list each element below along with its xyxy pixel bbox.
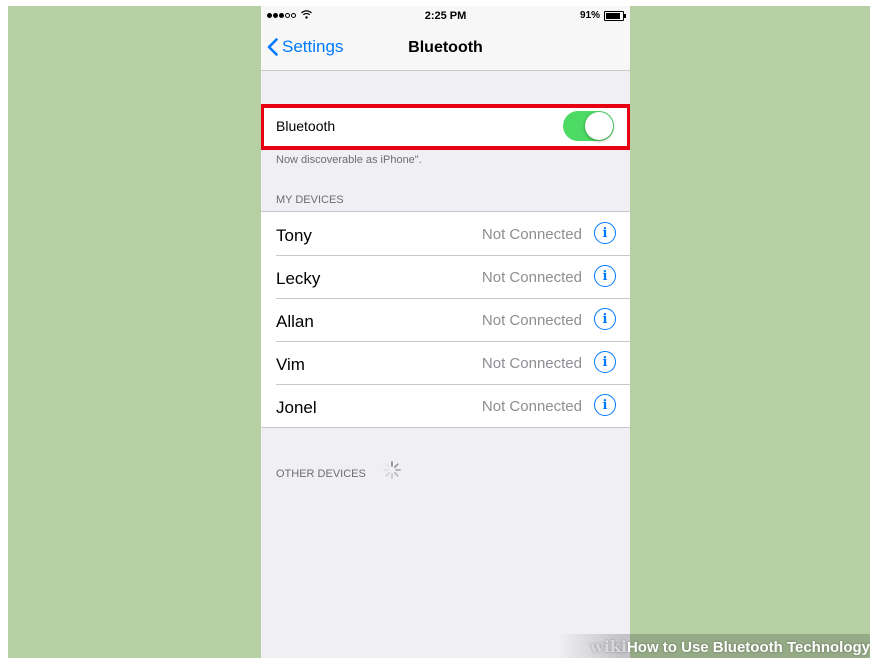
device-status: Not Connected: [481, 226, 582, 243]
my-devices-list: Tony Not Connected i Lecky Not Connected…: [261, 211, 630, 428]
device-row-vim[interactable]: Vim Not Connected i: [261, 341, 630, 384]
device-status: Not Connected: [481, 269, 582, 286]
device-row-lecky[interactable]: Lecky Not Connected i: [261, 255, 630, 298]
device-status: Not Connected: [481, 312, 582, 329]
device-status: Not Connected: [481, 398, 582, 415]
device-row-tony[interactable]: Tony Not Connected i: [261, 212, 630, 255]
loading-spinner-icon: [383, 461, 401, 479]
device-name: Lecky: [276, 269, 321, 288]
discoverable-note: Now discoverable as iPhone".: [276, 154, 422, 166]
watermark-text: How to Use Bluetooth Technology: [626, 639, 870, 656]
device-name: Jonel: [276, 398, 317, 417]
info-icon[interactable]: i: [594, 351, 616, 373]
navigation-bar: Settings Bluetooth: [261, 28, 630, 71]
info-icon[interactable]: i: [594, 394, 616, 416]
canvas: 2:25 PM 91% Settings Bluetooth Bluetooth…: [8, 6, 870, 658]
device-name: Tony: [276, 226, 312, 245]
device-name: Allan: [276, 312, 314, 331]
watermark-brand: wiki: [589, 637, 627, 656]
other-devices-header: OTHER DEVICES: [276, 468, 366, 480]
device-status: Not Connected: [481, 355, 582, 372]
info-icon[interactable]: i: [594, 308, 616, 330]
battery-icon: [604, 10, 626, 21]
device-row-jonel[interactable]: Jonel Not Connected i: [261, 384, 630, 427]
status-time: 2:25 PM: [424, 10, 467, 22]
battery-indicator: 91%: [579, 10, 626, 21]
device-name: Vim: [276, 355, 305, 374]
highlight-box: [261, 104, 630, 150]
info-icon[interactable]: i: [594, 265, 616, 287]
device-row-allan[interactable]: Allan Not Connected i: [261, 298, 630, 341]
wikihow-watermark: wikiHow to Use Bluetooth Technology: [558, 634, 870, 658]
page-title: Bluetooth: [408, 39, 483, 56]
phone-screen: 2:25 PM 91% Settings Bluetooth Bluetooth…: [261, 6, 630, 658]
info-icon[interactable]: i: [594, 222, 616, 244]
my-devices-header: MY DEVICES: [276, 194, 344, 206]
status-bar: 2:25 PM 91%: [261, 6, 630, 28]
battery-percent: 91%: [579, 10, 600, 21]
